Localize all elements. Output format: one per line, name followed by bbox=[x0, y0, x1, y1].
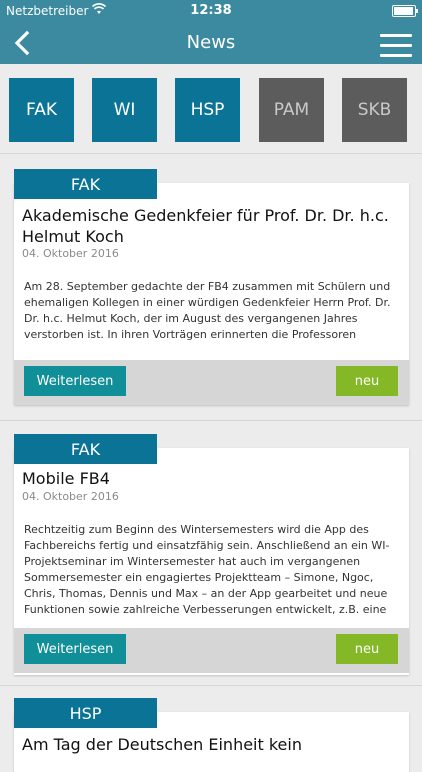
clock: 12:38 bbox=[190, 3, 232, 18]
new-badge: neu bbox=[336, 366, 398, 396]
filter-fak[interactable]: FAK bbox=[9, 78, 74, 142]
page-title: News bbox=[186, 32, 236, 53]
card-footer: Weiterlesen neu bbox=[14, 360, 409, 405]
news-excerpt: Rechtzeitig zum Beginn des Wintersemeste… bbox=[24, 523, 390, 616]
navigation-bar: Netzbetreiber 12:38 News bbox=[0, 0, 422, 64]
divider bbox=[0, 685, 422, 686]
news-excerpt: Am 28. September gedachte der FB4 zusamm… bbox=[24, 280, 391, 341]
category-tag: FAK bbox=[14, 434, 157, 464]
filter-skb[interactable]: SKB bbox=[342, 78, 407, 142]
readmore-button[interactable]: Weiterlesen bbox=[24, 634, 126, 664]
status-bar: Netzbetreiber 12:38 bbox=[0, 0, 422, 22]
category-filter-bar: FAK WI HSP PAM SKB bbox=[0, 78, 422, 142]
new-badge: neu bbox=[336, 634, 398, 664]
news-card[interactable]: FAK Akademische Gedenkfeier für Prof. Dr… bbox=[14, 169, 409, 405]
news-title[interactable]: Am Tag der Deutschen Einheit kein bbox=[22, 734, 401, 755]
category-tag: HSP bbox=[14, 698, 157, 728]
filter-hsp[interactable]: HSP bbox=[175, 78, 240, 142]
news-title[interactable]: Mobile FB4 bbox=[22, 468, 401, 489]
card-footer: Weiterlesen neu bbox=[14, 628, 409, 673]
filter-wi[interactable]: WI bbox=[92, 78, 157, 142]
filter-pam[interactable]: PAM bbox=[259, 78, 324, 142]
news-card[interactable]: FAK Mobile FB4 04. Oktober 2016 Rechtzei… bbox=[14, 434, 409, 675]
divider bbox=[0, 420, 422, 421]
divider bbox=[0, 153, 422, 154]
category-tag: FAK bbox=[14, 169, 157, 199]
battery-icon bbox=[392, 5, 418, 17]
hamburger-menu-icon[interactable] bbox=[380, 34, 412, 58]
news-date: 04. Oktober 2016 bbox=[22, 490, 119, 503]
news-title[interactable]: Akademische Gedenkfeier für Prof. Dr. Dr… bbox=[22, 205, 401, 247]
news-card[interactable]: HSP Am Tag der Deutschen Einheit kein bbox=[14, 698, 409, 772]
news-date: 04. Oktober 2016 bbox=[22, 247, 119, 260]
readmore-button[interactable]: Weiterlesen bbox=[24, 366, 126, 396]
